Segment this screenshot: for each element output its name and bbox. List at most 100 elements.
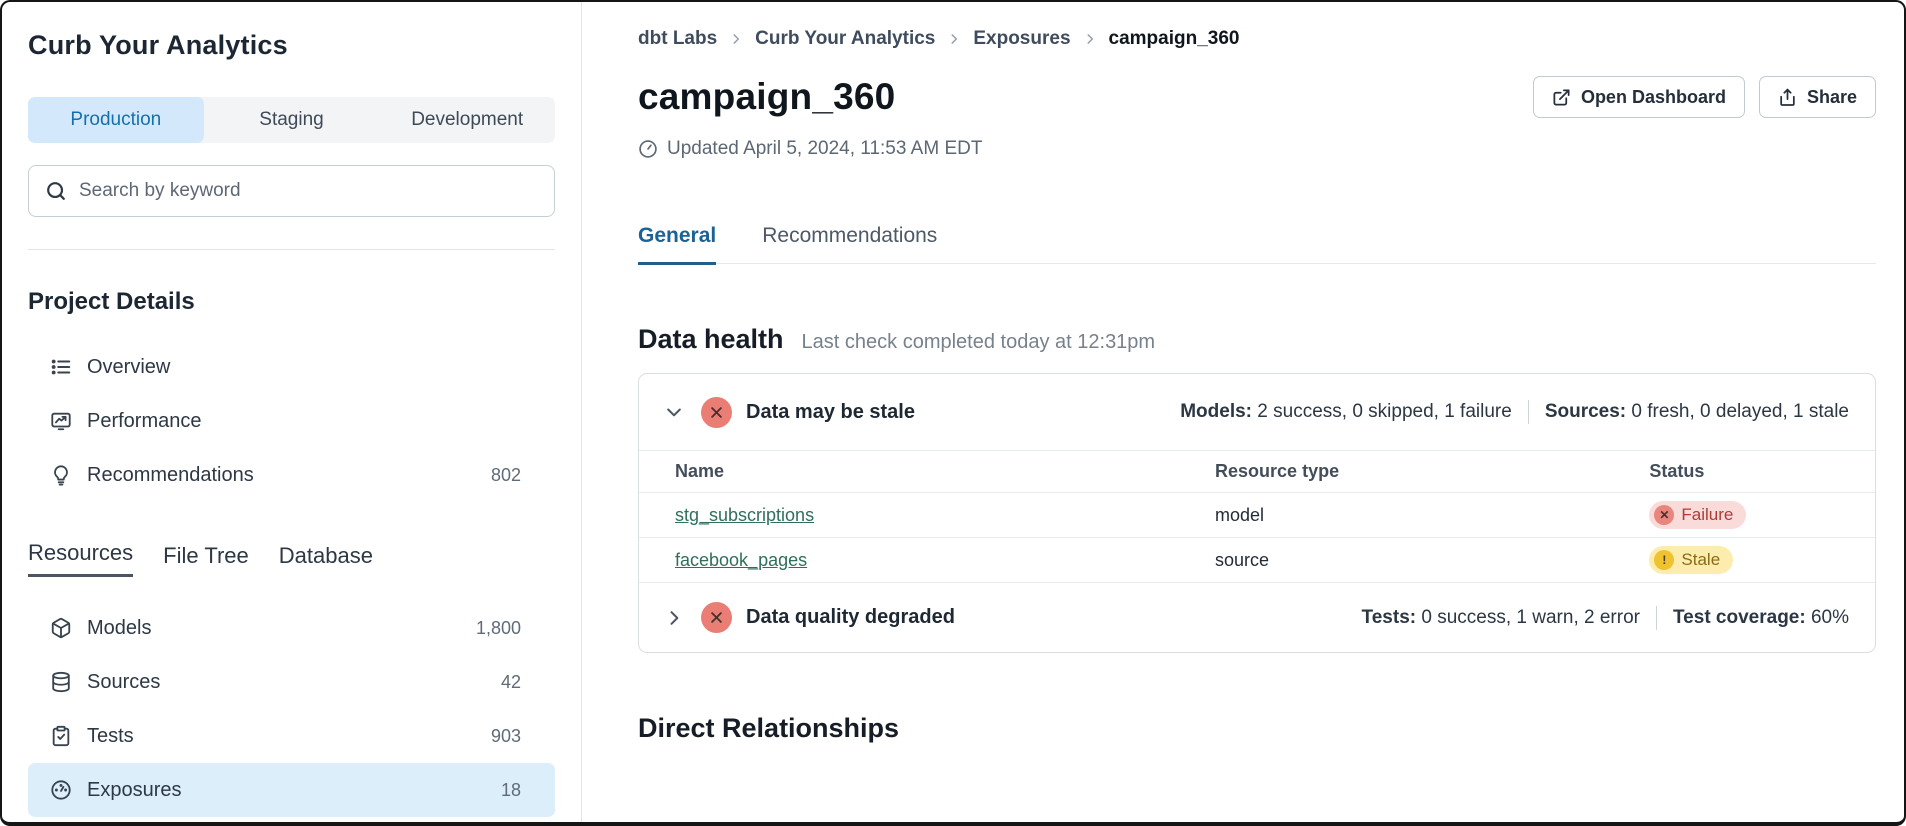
sidebar-item-label: Models (87, 617, 461, 640)
tab-general[interactable]: General (638, 224, 716, 265)
project-title: Curb Your Analytics (28, 30, 555, 61)
sidebar-item-label: Performance (87, 410, 506, 433)
env-tab-development[interactable]: Development (379, 97, 555, 143)
data-health-card: Data may be stale Models: 2 success, 0 s… (638, 373, 1876, 653)
tab-database[interactable]: Database (279, 543, 373, 577)
column-header-status: Status (1649, 461, 1849, 482)
sidebar-item-label: Sources (87, 671, 486, 694)
sidebar-item-count: 802 (491, 465, 521, 486)
exclamation-circle-icon: ! (1654, 550, 1674, 570)
breadcrumb-dbt-labs[interactable]: dbt Labs (638, 28, 717, 50)
data-health-subtitle: Last check completed today at 12:31pm (802, 331, 1156, 354)
sidebar: Curb Your Analytics Production Staging D… (2, 2, 582, 822)
breadcrumb-project[interactable]: Curb Your Analytics (755, 28, 935, 50)
table-header-row: Name Resource type Status (639, 450, 1875, 492)
resource-type-cell: model (1215, 505, 1649, 526)
sidebar-item-label: Exposures (87, 779, 486, 802)
quality-group-row[interactable]: Data quality degraded Tests: 0 success, … (639, 582, 1875, 652)
env-tab-production[interactable]: Production (28, 97, 204, 143)
sidebar-item-label: Overview (87, 356, 506, 379)
data-health-header: Data health Last check completed today a… (638, 324, 1876, 355)
lightbulb-icon (50, 464, 72, 486)
x-circle-icon: ✕ (1654, 505, 1674, 525)
quality-group-summary: Tests: 0 success, 1 warn, 2 error Test c… (1362, 606, 1849, 630)
error-status-icon (701, 602, 732, 633)
sidebar-item-tests[interactable]: Tests 903 (28, 709, 555, 763)
monitor-chart-icon (50, 410, 72, 432)
search-input[interactable] (79, 180, 538, 202)
search-box[interactable] (28, 165, 555, 217)
share-button[interactable]: Share (1759, 76, 1876, 118)
sidebar-item-count: 903 (491, 726, 521, 747)
stale-group-row[interactable]: Data may be stale Models: 2 success, 0 s… (639, 374, 1875, 450)
cube-icon (50, 617, 72, 639)
breadcrumb-current: campaign_360 (1109, 28, 1240, 50)
error-status-icon (701, 397, 732, 428)
project-details-nav: Overview Performance Recommendations 802 (28, 340, 555, 502)
chevron-down-icon[interactable] (661, 402, 687, 422)
resources-nav: Models 1,800 Sources 42 Tests 903 (28, 601, 555, 817)
chevron-right-icon (729, 32, 743, 46)
chevron-right-icon (947, 32, 961, 46)
quality-group-title: Data quality degraded (746, 606, 1348, 629)
updated-row: Updated April 5, 2024, 11:53 AM EDT (638, 138, 1876, 160)
app-window: Curb Your Analytics Production Staging D… (0, 0, 1906, 826)
detail-tabs: General Recommendations (638, 224, 1876, 264)
sidebar-item-label: Tests (87, 725, 476, 748)
breadcrumb: dbt Labs Curb Your Analytics Exposures c… (638, 28, 1876, 50)
tab-recommendations[interactable]: Recommendations (762, 224, 937, 263)
table-row: stg_subscriptions model ✕ Failure (639, 492, 1875, 537)
sidebar-item-performance[interactable]: Performance (28, 394, 555, 448)
breadcrumb-exposures[interactable]: Exposures (973, 28, 1070, 50)
updated-text: Updated April 5, 2024, 11:53 AM EDT (667, 138, 982, 160)
header-actions: Open Dashboard Share (1533, 76, 1876, 118)
list-icon (50, 356, 72, 378)
resource-link[interactable]: facebook_pages (675, 550, 807, 570)
sidebar-item-sources[interactable]: Sources 42 (28, 655, 555, 709)
clipboard-check-icon (50, 725, 72, 747)
sidebar-item-label: Recommendations (87, 464, 476, 487)
tab-resources[interactable]: Resources (28, 540, 133, 577)
resource-view-tabs: Resources File Tree Database (28, 540, 555, 577)
sidebar-item-models[interactable]: Models 1,800 (28, 601, 555, 655)
chevron-right-icon[interactable] (661, 608, 687, 628)
env-tab-staging[interactable]: Staging (204, 97, 380, 143)
title-row: campaign_360 Open Dashboard Share (638, 76, 1876, 118)
resource-type-cell: source (1215, 550, 1649, 571)
chevron-right-icon (1083, 32, 1097, 46)
sidebar-divider (28, 249, 555, 250)
sidebar-item-count: 1,800 (476, 618, 521, 639)
sidebar-item-overview[interactable]: Overview (28, 340, 555, 394)
sidebar-item-exposures[interactable]: Exposures 18 (28, 763, 555, 817)
data-health-table: Name Resource type Status stg_subscripti… (639, 450, 1875, 582)
open-dashboard-button[interactable]: Open Dashboard (1533, 76, 1745, 118)
share-label: Share (1807, 87, 1857, 108)
main-content: dbt Labs Curb Your Analytics Exposures c… (582, 2, 1904, 822)
stale-group-title: Data may be stale (746, 401, 1166, 424)
data-health-title: Data health (638, 324, 784, 355)
status-badge-failure: ✕ Failure (1649, 501, 1746, 529)
sidebar-item-recommendations[interactable]: Recommendations 802 (28, 448, 555, 502)
table-row: facebook_pages source ! Stale (639, 537, 1875, 582)
environment-switcher: Production Staging Development (28, 97, 555, 143)
stale-group-summary: Models: 2 success, 0 skipped, 1 failure … (1180, 400, 1849, 424)
project-details-heading: Project Details (28, 288, 555, 316)
resource-link[interactable]: stg_subscriptions (675, 505, 814, 525)
clock-icon (638, 139, 658, 159)
summary-divider (1528, 400, 1529, 424)
summary-divider (1656, 606, 1657, 630)
sidebar-item-count: 18 (501, 780, 521, 801)
sidebar-item-count: 42 (501, 672, 521, 693)
share-icon (1778, 88, 1797, 107)
database-icon (50, 671, 72, 693)
tests-summary: Tests: 0 success, 1 warn, 2 error (1362, 607, 1640, 629)
external-link-icon (1552, 88, 1571, 107)
column-header-resource-type: Resource type (1215, 461, 1649, 482)
coverage-summary: Test coverage: 60% (1673, 607, 1849, 629)
models-summary: Models: 2 success, 0 skipped, 1 failure (1180, 401, 1512, 423)
sources-summary: Sources: 0 fresh, 0 delayed, 1 stale (1545, 401, 1849, 423)
search-icon (45, 180, 67, 202)
tab-file-tree[interactable]: File Tree (163, 543, 249, 577)
open-dashboard-label: Open Dashboard (1581, 87, 1726, 108)
column-header-name: Name (675, 461, 1215, 482)
